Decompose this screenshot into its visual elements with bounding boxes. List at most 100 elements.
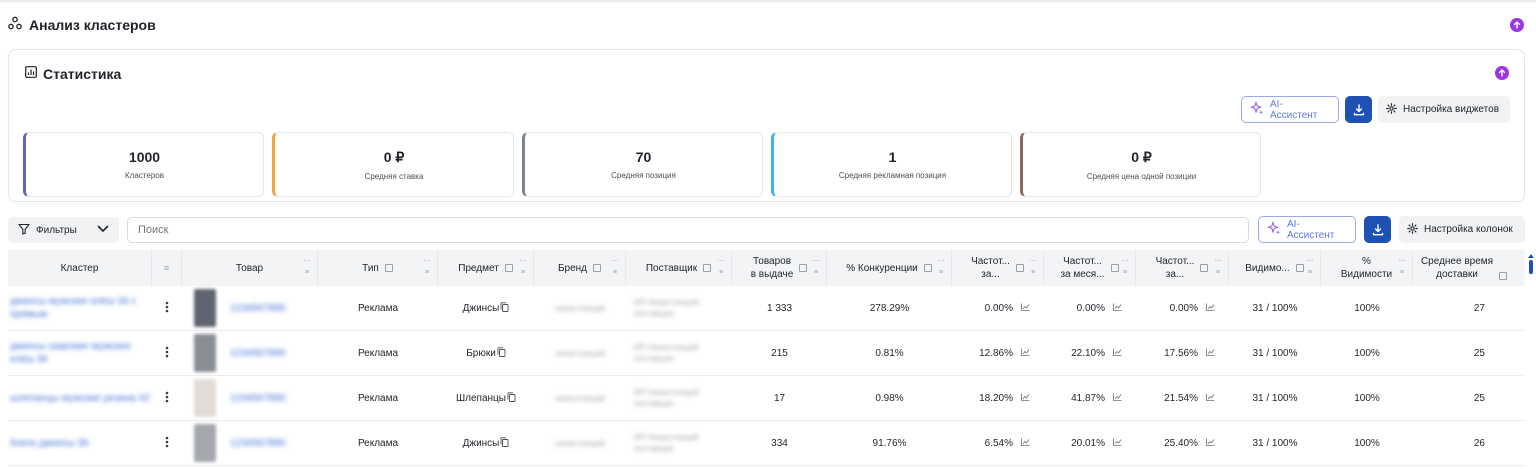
kebab-icon[interactable]: [165, 391, 169, 406]
info-icon: [384, 264, 393, 272]
copy-icon[interactable]: [500, 301, 509, 315]
row-actions[interactable]: [152, 331, 182, 375]
column-menu-icon[interactable]: ⋯ ≡: [1029, 258, 1037, 276]
column-menu-icon[interactable]: ⋯ ≡: [519, 258, 527, 276]
filters-button[interactable]: Фильтры: [8, 217, 119, 243]
row-actions[interactable]: [152, 286, 182, 330]
delivery-time-cell: 25: [1413, 376, 1515, 420]
trend-icon[interactable]: [1113, 348, 1122, 359]
trend-icon[interactable]: [1113, 438, 1122, 449]
trend-icon[interactable]: [1206, 303, 1215, 314]
column-header-product[interactable]: Товар ⋯ ≡: [182, 250, 318, 286]
cluster-link[interactable]: блеск джинсы 36: [10, 437, 89, 450]
collapse-page-button[interactable]: [1510, 18, 1524, 32]
product-cell[interactable]: 1234567890: [182, 331, 318, 375]
column-menu-icon[interactable]: ⋯ ≡: [1214, 258, 1222, 276]
product-link[interactable]: 1234567890: [230, 437, 286, 450]
copy-icon[interactable]: [500, 436, 509, 450]
column-menu-icon[interactable]: ⋯ ≡: [611, 258, 619, 276]
column-header-brand[interactable]: Бренд ⋯ ≡: [534, 250, 626, 286]
product-thumbnail[interactable]: [194, 289, 216, 327]
cluster-cell[interactable]: блеск джинсы 36: [8, 421, 152, 465]
trend-icon[interactable]: [1206, 438, 1215, 449]
product-thumbnail[interactable]: [194, 424, 216, 462]
table-row[interactable]: джинсы мужские клёш 34 с прямым 12345678…: [8, 286, 1525, 331]
filters-label: Фильтры: [36, 224, 77, 236]
trend-icon[interactable]: [1206, 393, 1215, 404]
search-input[interactable]: [127, 217, 1249, 243]
column-header-competition[interactable]: % Конкуренции ⋯ ≡: [827, 250, 952, 286]
column-menu-icon[interactable]: ⋯ ≡: [812, 258, 820, 276]
product-link[interactable]: 1234567890: [230, 347, 286, 360]
kebab-icon[interactable]: [165, 301, 169, 316]
column-header-cluster[interactable]: Кластер: [8, 250, 152, 286]
column-header-supplier[interactable]: Поставщик ⋯ ≡: [626, 250, 732, 286]
arrow-up-icon: [1498, 69, 1506, 77]
copy-icon[interactable]: [507, 391, 516, 405]
collapse-statistics-button[interactable]: [1495, 66, 1509, 80]
kpi-card-average-bid: 0 ₽ Средняя ставка: [272, 132, 514, 197]
column-header-subject[interactable]: Предмет ⋯ ≡: [438, 250, 534, 286]
brand-value: ненастоящий: [555, 303, 605, 313]
column-header-visibility[interactable]: Видимо... ⋯ ≡: [1229, 250, 1321, 286]
column-title-line: Видимости: [1340, 269, 1393, 280]
kebab-icon[interactable]: [165, 436, 169, 451]
table-download-button[interactable]: [1364, 216, 1391, 243]
cluster-link[interactable]: джинсы широкие мужские клёш 36: [10, 340, 152, 366]
statistics-download-button[interactable]: [1345, 96, 1372, 123]
row-actions[interactable]: [152, 376, 182, 420]
cluster-link[interactable]: шлепанцы мужские резина 42: [10, 392, 150, 405]
kebab-icon[interactable]: [165, 346, 169, 361]
column-header-goods[interactable]: Товаров в выдаче ⋯ ≡: [732, 250, 827, 286]
column-menu-icon[interactable]: ⋯ ≡: [1306, 258, 1314, 276]
trend-icon[interactable]: [1021, 438, 1030, 449]
product-link[interactable]: 1234567890: [230, 392, 286, 405]
trend-icon[interactable]: [1206, 348, 1215, 359]
product-cell[interactable]: 1234567890: [182, 286, 318, 330]
download-icon: [1372, 223, 1383, 235]
column-header-delivery-time[interactable]: Среднее время доставки: [1413, 250, 1515, 286]
column-title-line: %: [1362, 256, 1371, 267]
product-thumbnail[interactable]: [194, 334, 216, 372]
column-menu-icon[interactable]: ⋯ ≡: [303, 258, 311, 276]
table-ai-assistant-button[interactable]: AI-Ассистент: [1258, 216, 1356, 243]
column-menu-icon[interactable]: ⋯ ≡: [717, 258, 725, 276]
column-menu-icon[interactable]: ⋯ ≡: [423, 258, 431, 276]
cluster-link[interactable]: джинсы мужские клёш 34 с прямым: [10, 295, 152, 321]
statistics-ai-assistant-button[interactable]: AI-Ассистент: [1241, 96, 1339, 123]
trend-icon[interactable]: [1113, 393, 1122, 404]
column-header-visibility-percent[interactable]: % Видимости ⋯ ≡: [1321, 250, 1413, 286]
cluster-cell[interactable]: шлепанцы мужские резина 42: [8, 376, 152, 420]
trend-icon[interactable]: [1021, 303, 1030, 314]
column-header-cluster-menu[interactable]: ≡: [152, 250, 182, 286]
column-menu-icon[interactable]: ⋯ ≡: [1398, 258, 1406, 276]
subject-cell: Джинсы: [438, 421, 534, 465]
trend-icon[interactable]: [1021, 348, 1030, 359]
table-row[interactable]: блеск джинсы 36 1234567890 Реклама Джинс…: [8, 421, 1525, 466]
trend-icon[interactable]: [1113, 303, 1122, 314]
product-cell[interactable]: 1234567890: [182, 376, 318, 420]
delivery-time-cell: 27: [1413, 286, 1515, 330]
row-actions[interactable]: [152, 421, 182, 465]
scroll-indicator[interactable]: [1528, 254, 1534, 274]
columns-settings-button[interactable]: Настройка колонок: [1399, 216, 1525, 243]
cluster-cell[interactable]: джинсы широкие мужские клёш 36: [8, 331, 152, 375]
table-row[interactable]: джинсы широкие мужские клёш 36 123456789…: [8, 331, 1525, 376]
brand-cell: ненастоящий: [534, 421, 626, 465]
cluster-cell[interactable]: джинсы мужские клёш 34 с прямым: [8, 286, 152, 330]
column-menu-icon[interactable]: ⋯ ≡: [937, 258, 945, 276]
product-thumbnail[interactable]: [194, 379, 216, 417]
product-cell[interactable]: 1234567890: [182, 421, 318, 465]
column-header-frequency-3[interactable]: Частот... за... ⋯ ≡: [1136, 250, 1229, 286]
widgets-settings-button[interactable]: Настройка виджетов: [1378, 96, 1510, 123]
column-title: Товар: [235, 262, 264, 274]
supplier-value: ИП Ненастоящий поставщик: [634, 433, 699, 453]
column-header-type[interactable]: Тип ⋯ ≡: [318, 250, 438, 286]
column-header-frequency-month[interactable]: Частот... за меся... ⋯ ≡: [1044, 250, 1136, 286]
product-link[interactable]: 1234567890: [230, 302, 286, 315]
column-header-frequency-1[interactable]: Частот... за... ⋯ ≡: [952, 250, 1044, 286]
trend-icon[interactable]: [1021, 393, 1030, 404]
copy-icon[interactable]: [497, 346, 506, 360]
table-row[interactable]: шлепанцы мужские резина 42 1234567890 Ре…: [8, 376, 1525, 421]
column-menu-icon[interactable]: ⋯ ≡: [1121, 258, 1129, 276]
